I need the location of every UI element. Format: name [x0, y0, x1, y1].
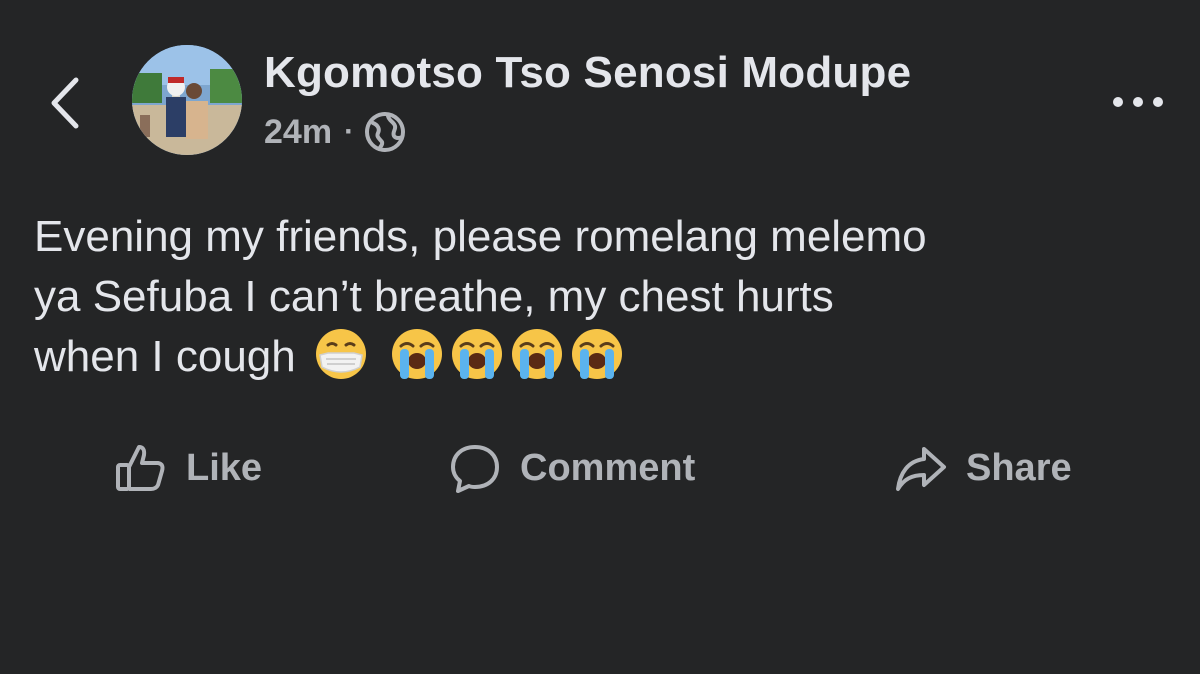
like-button[interactable]: Like — [114, 430, 262, 506]
post-timestamp[interactable]: 24m — [264, 113, 332, 152]
more-options-button[interactable] — [1108, 90, 1168, 114]
like-label: Like — [186, 446, 263, 489]
comment-button[interactable]: Comment — [448, 430, 695, 506]
loudly-crying-face-emoji — [571, 329, 622, 379]
post-actions-bar: Like Comment Share — [0, 430, 1200, 506]
loudly-crying-face-emoji — [391, 329, 442, 379]
chevron-left-icon — [51, 77, 79, 129]
post-meta: 24m · — [264, 110, 406, 154]
post-text-line: when I cough — [34, 332, 296, 381]
thumbs-up-icon — [116, 445, 165, 491]
globe-icon — [365, 112, 406, 152]
avatar-photo — [132, 45, 242, 155]
meta-separator: · — [344, 115, 355, 148]
post-body: Evening my friends, please romelang mele… — [34, 207, 1174, 387]
comment-label: Comment — [520, 446, 696, 489]
author-name[interactable]: Kgomotso Tso Senosi Modupe — [264, 48, 911, 98]
avatar[interactable] — [132, 45, 242, 155]
comment-bubble-icon — [451, 445, 499, 493]
post-text-line-last: when I cough — [34, 327, 1174, 387]
share-button[interactable]: Share — [894, 430, 1072, 506]
back-button[interactable] — [40, 72, 90, 134]
face-with-medical-mask-emoji — [315, 329, 366, 379]
post-text-line: ya Sefuba I can’t breathe, my chest hurt… — [34, 272, 834, 321]
loudly-crying-face-emoji — [511, 329, 562, 379]
post-text-line: Evening my friends, please romelang mele… — [34, 212, 927, 261]
post-header: Kgomotso Tso Senosi Modupe 24m · — [0, 0, 1200, 180]
share-label: Share — [966, 446, 1072, 489]
more-horizontal-icon — [1113, 97, 1163, 107]
share-arrow-icon — [896, 447, 946, 491]
loudly-crying-face-emoji — [451, 329, 502, 379]
